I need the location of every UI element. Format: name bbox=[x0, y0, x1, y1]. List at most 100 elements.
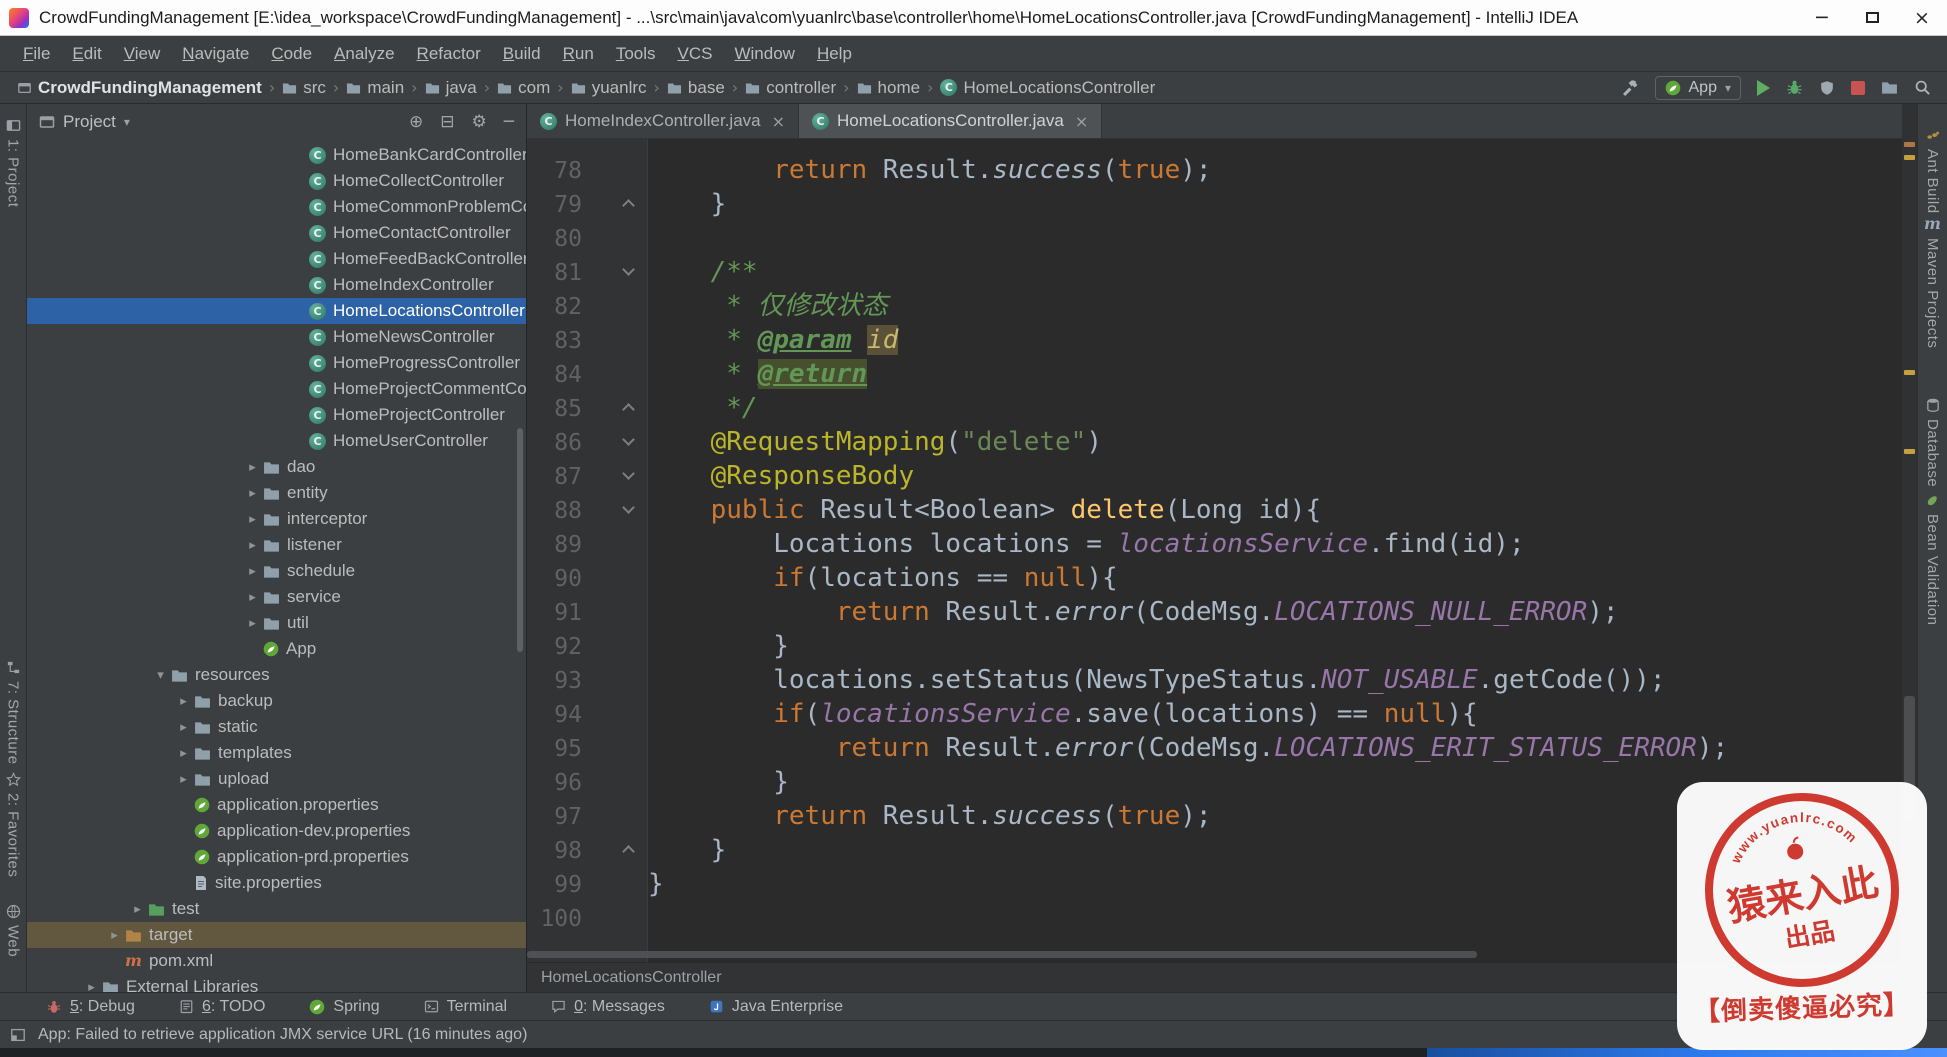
expand-arrow-icon[interactable]: ▸ bbox=[104, 928, 125, 943]
breadcrumb-item-crowdfundingmanagement[interactable]: CrowdFundingManagement bbox=[14, 78, 265, 98]
run-config-selector[interactable]: App ▾ bbox=[1655, 76, 1742, 100]
fold-up-icon[interactable] bbox=[622, 199, 635, 212]
code-text[interactable]: if(locations == null){ bbox=[648, 561, 1118, 595]
code-text[interactable]: Locations locations = locationsService.f… bbox=[648, 527, 1525, 561]
toolwindow-toggle-icon[interactable] bbox=[10, 1027, 26, 1043]
breadcrumb-item-home[interactable]: home bbox=[854, 78, 924, 98]
locate-file-button[interactable]: ⊕ bbox=[409, 112, 423, 132]
line-number[interactable]: 90 bbox=[527, 561, 582, 595]
tool-button-0-messages[interactable]: 0: Messages bbox=[551, 998, 665, 1016]
code-text[interactable]: return Result.success(true); bbox=[648, 799, 1212, 833]
line-number[interactable]: 95 bbox=[527, 731, 582, 765]
expand-arrow-icon[interactable]: ▸ bbox=[242, 564, 263, 579]
tree-item-upload[interactable]: ▸upload bbox=[27, 766, 526, 792]
tool-button-spring[interactable]: Spring bbox=[309, 998, 379, 1016]
tree-item-homecommonproblemcontroll[interactable]: CHomeCommonProblemControll bbox=[27, 194, 526, 220]
tree-item-test[interactable]: ▸test bbox=[27, 896, 526, 922]
tree-item-homelocationscontroller[interactable]: CHomeLocationsController bbox=[27, 298, 526, 324]
line-number[interactable]: 96 bbox=[527, 765, 582, 799]
expand-arrow-icon[interactable]: ▸ bbox=[173, 694, 194, 709]
menu-item-navigate[interactable]: Navigate bbox=[171, 44, 260, 64]
tree-item-homeprojectcontroller[interactable]: CHomeProjectController bbox=[27, 402, 526, 428]
tool-button-java-enterprise[interactable]: Java Enterprise bbox=[709, 998, 843, 1016]
menu-item-file[interactable]: File bbox=[12, 44, 61, 64]
collapse-all-button[interactable]: ⊟ bbox=[440, 112, 454, 132]
expand-arrow-icon[interactable]: ▸ bbox=[173, 772, 194, 787]
tree-item-target[interactable]: ▸target bbox=[27, 922, 526, 948]
tree-item-homeprojectcommentcontrolle[interactable]: CHomeProjectCommentControlle bbox=[27, 376, 526, 402]
code-text[interactable]: */ bbox=[648, 391, 758, 425]
tree-item-external-libraries[interactable]: ▸External Libraries bbox=[27, 974, 526, 992]
hide-panel-button[interactable]: ─ bbox=[504, 112, 514, 132]
code-text[interactable]: locations.setStatus(NewsTypeStatus.NOT_U… bbox=[648, 663, 1665, 697]
tree-item-homecontactcontroller[interactable]: CHomeContactController bbox=[27, 220, 526, 246]
tool-button-5-debug[interactable]: 5: Debug bbox=[46, 998, 135, 1016]
menu-item-refactor[interactable]: Refactor bbox=[406, 44, 492, 64]
expand-arrow-icon[interactable]: ▸ bbox=[242, 616, 263, 631]
close-button[interactable]: × bbox=[1897, 0, 1947, 35]
line-number[interactable]: 88 bbox=[527, 493, 582, 527]
horizontal-scrollbar[interactable] bbox=[527, 951, 1477, 958]
code-text[interactable]: } bbox=[648, 867, 664, 901]
breadcrumb-item-java[interactable]: java bbox=[422, 78, 480, 98]
run-button[interactable] bbox=[1757, 80, 1770, 96]
code-text[interactable]: return Result.error(CodeMsg.LOCATIONS_ER… bbox=[648, 731, 1728, 765]
tree-item-homenewscontroller[interactable]: CHomeNewsController bbox=[27, 324, 526, 350]
menu-item-vcs[interactable]: VCS bbox=[667, 44, 724, 64]
breadcrumb-item-base[interactable]: base bbox=[664, 78, 728, 98]
menu-item-window[interactable]: Window bbox=[723, 44, 805, 64]
code-text[interactable]: * 仅修改状态 bbox=[648, 289, 888, 323]
fold-down-icon[interactable] bbox=[622, 467, 635, 480]
chevron-down-icon[interactable]: ▾ bbox=[124, 115, 130, 129]
expand-arrow-icon[interactable]: ▸ bbox=[242, 538, 263, 553]
tool-button-bean-validation[interactable]: Bean Validation bbox=[1918, 493, 1947, 625]
line-number[interactable]: 79 bbox=[527, 187, 582, 221]
tree-item-schedule[interactable]: ▸schedule bbox=[27, 558, 526, 584]
line-number[interactable]: 94 bbox=[527, 697, 582, 731]
line-number[interactable]: 98 bbox=[527, 833, 582, 867]
line-number[interactable]: 93 bbox=[527, 663, 582, 697]
menu-item-view[interactable]: View bbox=[113, 44, 172, 64]
line-number[interactable]: 85 bbox=[527, 391, 582, 425]
tree-item-resources[interactable]: ▾resources bbox=[27, 662, 526, 688]
code-text[interactable]: public Result<Boolean> delete(Long id){ bbox=[648, 493, 1321, 527]
breadcrumb-item-yuanlrc[interactable]: yuanlrc bbox=[568, 78, 650, 98]
stop-button[interactable] bbox=[1851, 81, 1865, 95]
code-text[interactable]: * @param id bbox=[648, 323, 898, 357]
expand-arrow-icon[interactable]: ▸ bbox=[127, 902, 148, 917]
line-number[interactable]: 83 bbox=[527, 323, 582, 357]
line-number[interactable]: 97 bbox=[527, 799, 582, 833]
fold-down-icon[interactable] bbox=[622, 433, 635, 446]
line-number[interactable]: 86 bbox=[527, 425, 582, 459]
code-text[interactable]: @ResponseBody bbox=[648, 459, 914, 493]
menu-item-edit[interactable]: Edit bbox=[61, 44, 112, 64]
tool-button-2-favorites[interactable]: 2: Favorites bbox=[0, 772, 26, 877]
expand-arrow-icon[interactable]: ▸ bbox=[242, 590, 263, 605]
code-text[interactable]: } bbox=[648, 833, 726, 867]
line-number[interactable]: 81 bbox=[527, 255, 582, 289]
tool-button-terminal[interactable]: Terminal bbox=[424, 998, 507, 1016]
menu-item-help[interactable]: Help bbox=[806, 44, 863, 64]
expand-arrow-icon[interactable]: ▸ bbox=[242, 486, 263, 501]
breadcrumb-class-name[interactable]: HomeLocationsController bbox=[541, 969, 722, 987]
line-number[interactable]: 82 bbox=[527, 289, 582, 323]
line-number[interactable]: 89 bbox=[527, 527, 582, 561]
expand-arrow-icon[interactable]: ▸ bbox=[173, 746, 194, 761]
tree-item-homefeedbackcontroller[interactable]: CHomeFeedBackController bbox=[27, 246, 526, 272]
menu-item-run[interactable]: Run bbox=[552, 44, 605, 64]
code-text[interactable]: return Result.success(true); bbox=[648, 153, 1212, 187]
breadcrumb-item-controller[interactable]: controller bbox=[742, 78, 839, 98]
breadcrumb-item-homelocationscontroller[interactable]: CHomeLocationsController bbox=[937, 78, 1158, 98]
tree-item-static[interactable]: ▸static bbox=[27, 714, 526, 740]
tree-item-homeusercontroller[interactable]: CHomeUserController bbox=[27, 428, 526, 454]
code-text[interactable]: return Result.error(CodeMsg.LOCATIONS_NU… bbox=[648, 595, 1619, 629]
tool-button-7-structure[interactable]: 7: Structure bbox=[0, 660, 26, 765]
breadcrumb-item-main[interactable]: main bbox=[343, 78, 407, 98]
line-number[interactable]: 87 bbox=[527, 459, 582, 493]
code-text[interactable]: * @return bbox=[648, 357, 867, 391]
fold-up-icon[interactable] bbox=[622, 403, 635, 416]
tool-button-web[interactable]: Web bbox=[0, 904, 26, 957]
tree-item-backup[interactable]: ▸backup bbox=[27, 688, 526, 714]
tool-button-1-project[interactable]: 1: Project bbox=[0, 118, 26, 207]
tree-item-pom-xml[interactable]: mpom.xml bbox=[27, 948, 526, 974]
